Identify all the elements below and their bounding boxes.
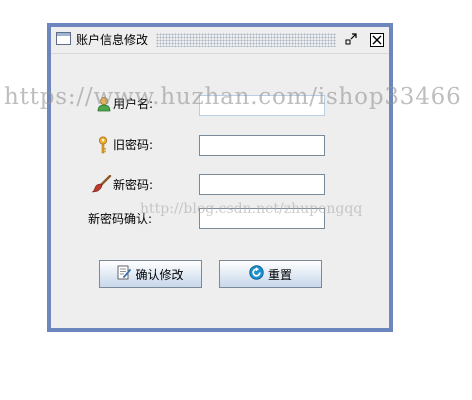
new-password-field[interactable] xyxy=(199,174,325,195)
username-label: 用户名: xyxy=(113,97,154,111)
edit-document-icon xyxy=(117,265,132,283)
confirm-edit-label: 确认修改 xyxy=(135,267,184,282)
title-bar[interactable]: 账户信息修改 xyxy=(51,27,389,54)
confirm-password-label: 新密码确认: xyxy=(88,212,153,226)
key-icon xyxy=(98,136,108,157)
account-edit-window: 账户信息修改 用户名: 旧密码: 新密码: 新密码确认: 确认修改 重置 xyxy=(47,23,393,332)
username-field[interactable] xyxy=(199,95,325,116)
old-password-label: 旧密码: xyxy=(113,138,154,152)
confirm-edit-button[interactable]: 确认修改 xyxy=(99,260,202,288)
old-password-field[interactable] xyxy=(199,135,325,156)
title-bar-drag-area[interactable] xyxy=(156,33,336,47)
reset-icon xyxy=(249,265,264,283)
close-icon[interactable] xyxy=(369,32,384,47)
window-title: 账户信息修改 xyxy=(76,33,149,47)
brush-icon xyxy=(91,174,112,196)
restore-icon[interactable] xyxy=(344,32,359,47)
reset-label: 重置 xyxy=(267,267,292,282)
reset-button[interactable]: 重置 xyxy=(219,260,322,288)
user-icon xyxy=(97,96,111,115)
confirm-password-field[interactable] xyxy=(199,208,325,229)
new-password-label: 新密码: xyxy=(113,178,154,192)
window-icon xyxy=(56,32,71,45)
